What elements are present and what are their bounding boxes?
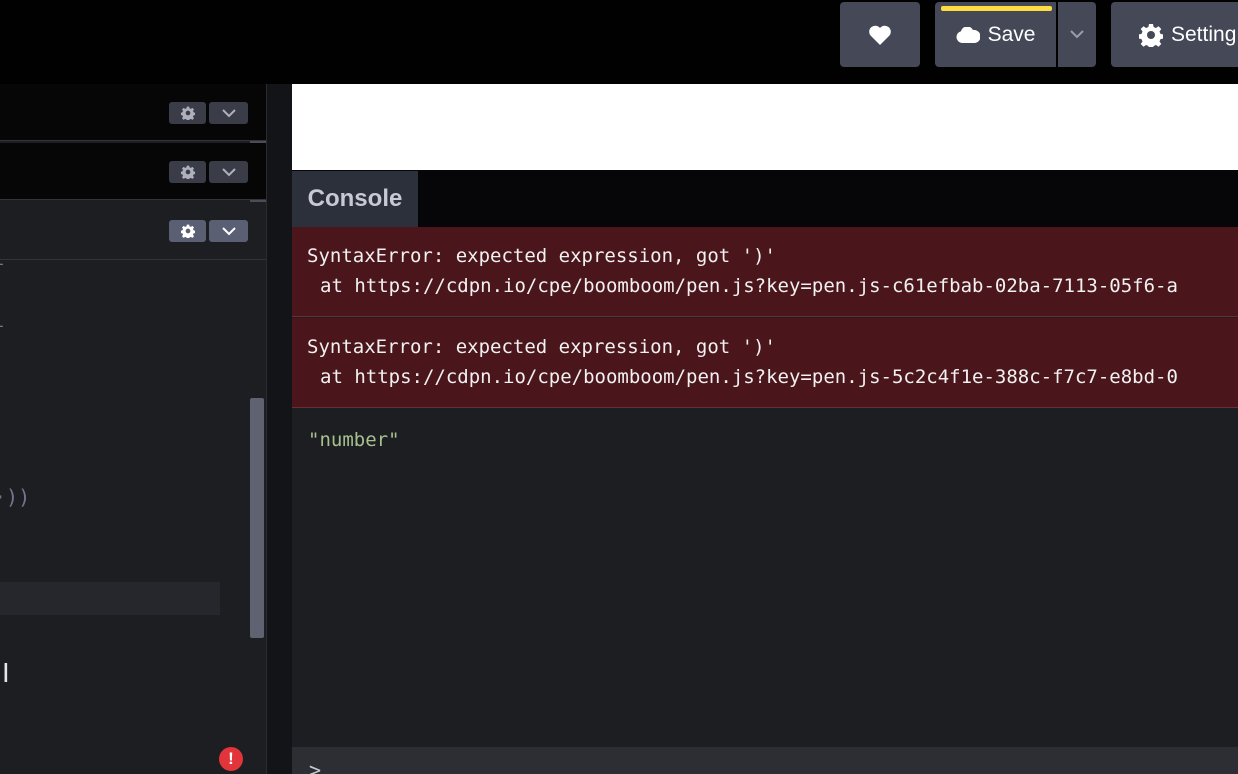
chevron-down-icon (221, 108, 236, 117)
gear-icon (180, 224, 195, 238)
js-editor-header (0, 202, 266, 260)
codepen-editor-window: Save Setting)) I ! Console SyntaxError:… (0, 0, 1238, 774)
text-cursor-icon: I (2, 659, 10, 689)
editor-scrollbar[interactable] (250, 398, 264, 638)
js-code-editor[interactable]: - - ·)) I ! (0, 254, 266, 774)
code-fragment: - (0, 316, 6, 335)
editor-collapse-button[interactable] (209, 220, 248, 242)
console-toolbar: Console (292, 170, 1238, 227)
chevron-down-icon (221, 167, 236, 176)
pane-resizer[interactable] (266, 84, 292, 774)
error-location-link[interactable]: at https://cdpn.io/cpe/boomboom/pen.js?k… (307, 275, 1238, 297)
console-input[interactable]: > (292, 747, 1238, 774)
editor-collapse-button[interactable] (209, 161, 248, 183)
gear-icon (180, 165, 195, 179)
cloud-icon (956, 26, 980, 43)
html-editor-header (0, 84, 266, 141)
unsaved-indicator (941, 6, 1052, 11)
chevron-down-icon (221, 226, 236, 235)
editor-settings-button[interactable] (169, 161, 206, 183)
error-location-link[interactable]: at https://cdpn.io/cpe/boomboom/pen.js?k… (307, 366, 1238, 388)
error-message: SyntaxError: expected expression, got ')… (307, 245, 776, 267)
top-header: Save Setting (0, 0, 1238, 84)
save-label: Save (987, 22, 1036, 46)
css-editor-header (0, 143, 266, 200)
error-message: SyntaxError: expected expression, got ')… (307, 336, 776, 358)
console-prompt: > (309, 758, 322, 774)
result-preview[interactable] (292, 84, 1238, 170)
active-line-highlight (0, 582, 220, 615)
tab-console[interactable]: Console (292, 171, 418, 227)
gear-icon (1139, 23, 1163, 47)
code-fragment: ·)) (0, 485, 31, 509)
error-icon[interactable]: ! (219, 747, 243, 771)
code-fragment: - (0, 254, 6, 273)
settings-button[interactable]: Setting (1111, 2, 1238, 67)
console-output: SyntaxError: expected expression, got ')… (292, 227, 1238, 747)
editor-settings-button[interactable] (169, 102, 206, 124)
console-error-entry: SyntaxError: expected expression, got ')… (292, 318, 1238, 408)
editor-column: - - ·)) I ! (0, 84, 266, 774)
console-error-entry: SyntaxError: expected expression, got ')… (292, 227, 1238, 317)
save-button[interactable]: Save (935, 2, 1056, 67)
editor-collapse-button[interactable] (209, 102, 248, 124)
love-button[interactable] (840, 2, 920, 67)
settings-label: Setting (1171, 22, 1237, 46)
heart-icon (869, 25, 891, 45)
save-options-button[interactable] (1058, 2, 1096, 67)
editor-settings-button[interactable] (169, 220, 206, 242)
chevron-down-icon (1070, 30, 1084, 39)
gear-icon (180, 106, 195, 120)
console-value-entry: "number" (308, 429, 400, 451)
